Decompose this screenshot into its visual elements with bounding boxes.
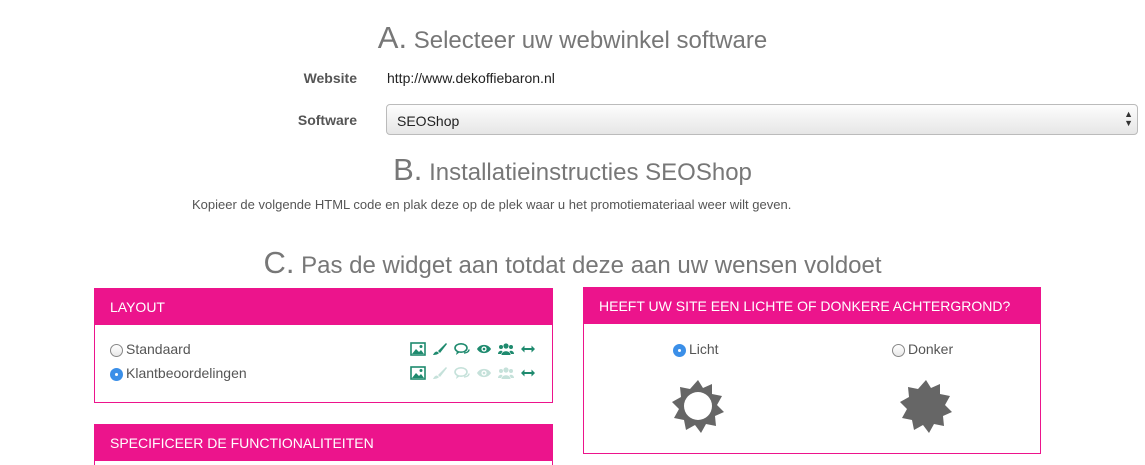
label-klantbeoordelingen: Klantbeoordelingen (126, 365, 247, 381)
section-c-title: C. Pas de widget aan totdat deze aan uw … (0, 245, 1145, 281)
brush-icon (433, 367, 447, 379)
label-standaard: Standaard (126, 341, 191, 357)
radio-klantbeoordelingen[interactable] (110, 368, 123, 381)
image-icon (410, 366, 426, 380)
section-c-letter: C. (263, 245, 295, 280)
klantbeoordelingen-feature-icons (410, 366, 536, 380)
eye-icon (477, 344, 491, 354)
layout-panel: LAYOUT Standaard Klantbeoordelingen (94, 288, 553, 403)
select-arrows-icon: ▲ ▼ (1124, 109, 1133, 128)
layout-panel-title: LAYOUT (95, 289, 552, 325)
software-label: Software (297, 112, 357, 128)
standaard-feature-icons (410, 342, 536, 356)
arrows-horizontal-icon (521, 369, 535, 377)
software-select[interactable]: SEOShop ▲ ▼ (386, 104, 1138, 135)
label-donker: Donker (908, 341, 954, 357)
section-b-text: Installatieinstructies SEOShop (429, 159, 752, 186)
brush-icon (433, 343, 447, 355)
install-instruction: Kopieer de volgende HTML code en plak de… (192, 197, 792, 212)
background-panel-title: HEEFT UW SITE EEN LICHTE OF DONKERE ACHT… (584, 288, 1040, 324)
website-label: Website (303, 70, 357, 86)
section-a-text: Selecteer uw webwinkel software (413, 27, 768, 54)
users-icon (498, 367, 514, 379)
light-sun-icon[interactable] (670, 378, 726, 434)
functionality-panel: SPECIFICEER DE FUNCTIONALITEITEN (94, 424, 553, 465)
website-row: Website http://www.dekoffiebaron.nl (0, 68, 1145, 104)
users-icon (498, 343, 514, 355)
radio-standaard[interactable] (110, 344, 123, 357)
comments-icon (454, 343, 470, 355)
functionality-panel-title: SPECIFICEER DE FUNCTIONALITEITEN (95, 425, 552, 461)
section-b-title: B. Installatieinstructies SEOShop (0, 152, 1145, 188)
label-licht: Licht (689, 341, 719, 357)
section-b-letter: B. (393, 152, 423, 187)
section-a-letter: A. (377, 20, 408, 55)
section-a-title: A. Selecteer uw webwinkel software (0, 20, 1145, 56)
radio-licht[interactable] (673, 344, 686, 357)
image-icon (410, 342, 426, 356)
arrows-horizontal-icon (521, 345, 535, 353)
background-panel: HEEFT UW SITE EEN LICHTE OF DONKERE ACHT… (583, 287, 1041, 454)
eye-icon (477, 368, 491, 378)
software-select-value: SEOShop (397, 113, 460, 129)
radio-donker[interactable] (892, 344, 905, 357)
section-c-text: Pas de widget aan totdat deze aan uw wen… (301, 252, 882, 279)
comments-icon (454, 367, 470, 379)
dark-sun-icon[interactable] (898, 378, 954, 434)
website-value: http://www.dekoffiebaron.nl (387, 70, 555, 86)
